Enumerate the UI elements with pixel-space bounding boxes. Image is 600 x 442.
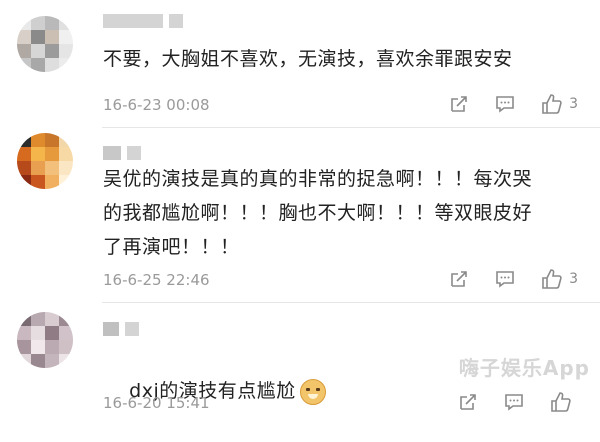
- thumbs-up-icon: [551, 392, 571, 412]
- like-button[interactable]: [550, 391, 578, 413]
- share-button[interactable]: [458, 392, 478, 412]
- avatar-pixel: [31, 58, 45, 72]
- share-icon: [460, 394, 476, 410]
- avatar-pixel: [45, 326, 59, 340]
- reply-button[interactable]: [495, 269, 515, 289]
- avatar-pixel: [17, 16, 31, 30]
- thumbs-up-icon: [542, 269, 562, 289]
- avatar-pixel: [59, 44, 73, 58]
- avatar-pixel: [45, 312, 59, 326]
- comment-actions: 3: [449, 268, 578, 290]
- avatar-pixel: [59, 175, 73, 189]
- avatar-pixel: [17, 133, 31, 147]
- avatar-pixel: [45, 30, 59, 44]
- comment-text: 吴优的演技是真的真的非常的捉急啊！！！每次哭的我都尴尬啊！！！胸也不大啊！！！等…: [103, 168, 533, 258]
- thumbs-up-icon: [542, 94, 562, 114]
- avatar-pixel: [59, 30, 73, 44]
- avatar-pixel: [31, 354, 45, 368]
- avatar-pixel: [45, 340, 59, 354]
- comment-time: 16-6-20 15:41: [103, 394, 210, 412]
- avatar-pixel: [31, 175, 45, 189]
- username[interactable]: [103, 14, 183, 28]
- watermark: 嗨子娱乐App: [458, 356, 590, 380]
- comment-icon: [496, 271, 514, 288]
- avatar-pixel: [31, 147, 45, 161]
- like-count: 3: [569, 96, 578, 112]
- avatar-pixel: [31, 340, 45, 354]
- avatar-pixel: [59, 133, 73, 147]
- avatar-pixel: [17, 30, 31, 44]
- avatar-pixel: [45, 58, 59, 72]
- avatar-pixel: [31, 30, 45, 44]
- divider: [102, 127, 600, 128]
- avatar-pixel: [59, 354, 73, 368]
- avatar[interactable]: [17, 133, 73, 189]
- avatar-pixel: [45, 175, 59, 189]
- comment-time: 16-6-23 00:08: [103, 96, 210, 114]
- avatar-pixel: [45, 161, 59, 175]
- username[interactable]: [103, 322, 139, 336]
- avatar-pixel: [17, 175, 31, 189]
- avatar-pixel: [31, 16, 45, 30]
- comment-actions: 3: [449, 93, 578, 115]
- avatar[interactable]: [17, 312, 73, 368]
- avatar-pixel: [59, 312, 73, 326]
- avatar-pixel: [59, 147, 73, 161]
- comment-actions: [458, 391, 578, 413]
- username[interactable]: [103, 146, 141, 160]
- avatar-pixel: [17, 312, 31, 326]
- avatar[interactable]: [17, 16, 73, 72]
- comment-text: 不要，大胸姐不喜欢，无演技，喜欢余罪跟安安: [103, 48, 513, 70]
- like-button[interactable]: 3: [541, 268, 578, 290]
- comment-time: 16-6-25 22:46: [103, 271, 210, 289]
- avatar-pixel: [17, 326, 31, 340]
- avatar-pixel: [31, 133, 45, 147]
- avatar-pixel: [59, 326, 73, 340]
- like-button[interactable]: 3: [541, 93, 578, 115]
- avatar-pixel: [17, 340, 31, 354]
- avatar-pixel: [17, 147, 31, 161]
- avatar-pixel: [31, 312, 45, 326]
- avatar-pixel: [17, 44, 31, 58]
- comment-icon: [496, 96, 514, 113]
- avatar-pixel: [17, 161, 31, 175]
- avatar-pixel: [59, 161, 73, 175]
- avatar-pixel: [31, 326, 45, 340]
- avatar-pixel: [45, 44, 59, 58]
- share-icon: [451, 271, 467, 287]
- divider: [102, 302, 600, 303]
- avatar-pixel: [59, 340, 73, 354]
- share-button[interactable]: [449, 94, 469, 114]
- reply-button[interactable]: [495, 94, 515, 114]
- like-count: 3: [569, 271, 578, 287]
- avatar-pixel: [31, 44, 45, 58]
- avatar-pixel: [59, 16, 73, 30]
- avatar-pixel: [45, 354, 59, 368]
- share-button[interactable]: [449, 269, 469, 289]
- avatar-pixel: [31, 161, 45, 175]
- share-icon: [451, 96, 467, 112]
- avatar-pixel: [17, 58, 31, 72]
- comment-icon: [505, 394, 523, 411]
- reply-button[interactable]: [504, 392, 524, 412]
- avatar-pixel: [45, 16, 59, 30]
- avatar-pixel: [45, 133, 59, 147]
- avatar-pixel: [45, 147, 59, 161]
- doge-emoji-icon: [299, 378, 326, 405]
- avatar-pixel: [17, 354, 31, 368]
- avatar-pixel: [59, 58, 73, 72]
